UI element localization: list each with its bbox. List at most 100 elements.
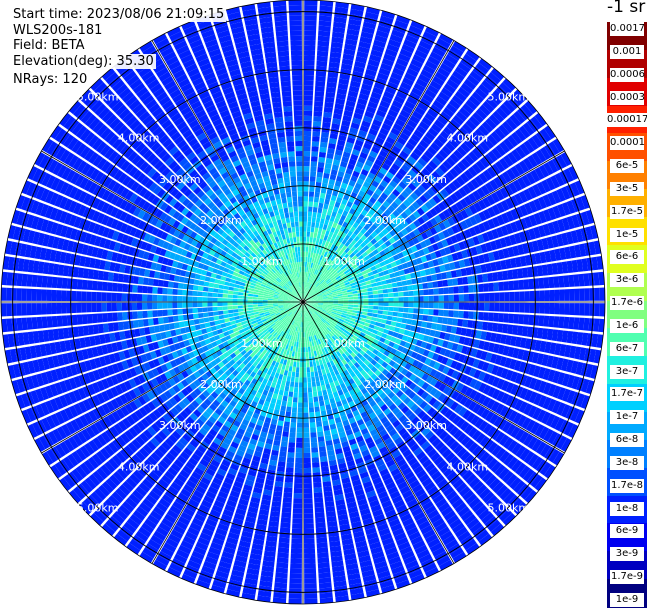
ray-bin (338, 306, 343, 308)
ray-bin (297, 337, 299, 342)
ray-bin (304, 543, 315, 548)
ray-bin (290, 427, 296, 432)
ray-bin (518, 314, 524, 324)
ray-bin (288, 599, 301, 604)
ray-bin (578, 318, 584, 331)
ray-bin (292, 523, 302, 528)
ray-bin (318, 370, 322, 376)
ray-bin (308, 387, 312, 392)
ray-bin (426, 322, 432, 328)
ray-bin (276, 425, 282, 431)
ray-bin (304, 589, 317, 594)
ray-bin (82, 280, 88, 290)
ray-bin (303, 362, 306, 367)
ray-bin (303, 408, 308, 413)
ray-bin (590, 303, 595, 316)
ray-bin (433, 309, 438, 315)
ray-bin (92, 281, 98, 291)
ray-bin (313, 482, 321, 488)
ray-bin (544, 303, 549, 314)
ray-bin (142, 294, 147, 301)
ray-bin (294, 387, 298, 392)
ray-bin (41, 303, 46, 315)
ray-bin (279, 537, 290, 543)
ray-bin (147, 294, 152, 301)
ray-bin (286, 381, 291, 387)
ray-bin (285, 477, 293, 483)
ray-bin (318, 567, 330, 573)
ray-bin (286, 467, 294, 473)
ray-bin (478, 312, 484, 320)
ray-bin (192, 291, 197, 296)
ray-bin (193, 285, 199, 290)
ray-bin (77, 315, 83, 325)
ray-bin (301, 342, 303, 347)
ray-bin (284, 487, 293, 493)
ray-bin (278, 374, 283, 380)
ray-bin (304, 563, 316, 568)
ray-bin (212, 298, 217, 302)
ray-bin (233, 313, 238, 317)
ray-bin (296, 367, 299, 372)
ray-bin (307, 372, 311, 377)
ray-bin (279, 410, 285, 416)
ray-bin (173, 316, 179, 322)
ray-bin (493, 313, 499, 322)
ray-bin (238, 302, 243, 305)
ray-bin (404, 302, 409, 307)
ray-bin (484, 303, 489, 311)
ray-bin (258, 304, 263, 306)
ray-bin (362, 312, 367, 316)
ray-bin (162, 303, 167, 309)
ray-bin (320, 592, 333, 598)
ray-bin (92, 314, 98, 324)
ray-bin (172, 296, 177, 302)
ray-bin (499, 303, 504, 312)
ray-bin (263, 298, 268, 300)
ray-bin (286, 406, 291, 412)
ray-bin (97, 303, 102, 312)
ray-bin (509, 303, 514, 312)
ray-bin (529, 303, 534, 313)
ray-bin (209, 317, 215, 322)
ray-bin (463, 311, 469, 319)
ray-bin (132, 294, 137, 302)
ray-bin (315, 376, 319, 382)
ray-bin (248, 305, 253, 308)
ray-bin (147, 303, 152, 310)
ray-bin (238, 292, 243, 295)
ray-bin (263, 302, 268, 304)
ray-bin (393, 307, 398, 311)
ray-bin (174, 275, 180, 281)
ray-bin (102, 282, 108, 291)
ray-bin (7, 319, 13, 332)
ray-bin (205, 276, 211, 281)
ray-bin (207, 302, 212, 306)
ray-bin (281, 380, 286, 386)
ray-bin (280, 522, 290, 528)
ray-bin (483, 312, 489, 320)
ray-bin (307, 337, 309, 342)
ray-bin (363, 309, 368, 312)
ray-bin (293, 503, 302, 508)
ray-bin (311, 442, 318, 448)
ray-bin (288, 392, 293, 398)
ray-bin (462, 320, 468, 328)
ray-bin (77, 303, 82, 313)
ray-bin (361, 315, 367, 319)
ray-bin (503, 313, 509, 322)
ray-bin (397, 317, 403, 322)
ray-bin (37, 275, 43, 287)
ray-bin (172, 289, 177, 295)
ray-bin (97, 292, 102, 301)
ray-bin (319, 587, 332, 593)
ray-bin (284, 421, 290, 427)
ray-bin (291, 543, 302, 548)
ray-bin (398, 312, 404, 317)
ray-bin (61, 303, 66, 314)
ray-bin (51, 303, 56, 314)
ray-bin (147, 286, 153, 293)
ray-bin (449, 303, 454, 310)
ray-bin (294, 483, 302, 488)
ray-bin (310, 427, 316, 432)
